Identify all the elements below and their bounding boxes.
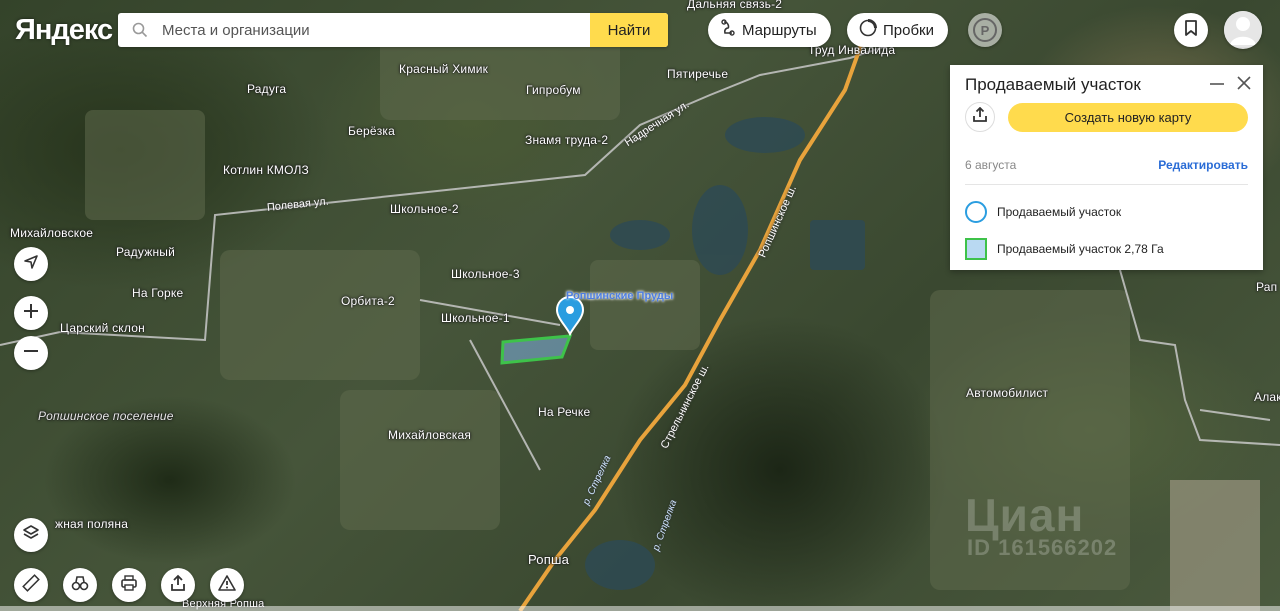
watermark: Циан xyxy=(965,489,1085,541)
routes-button[interactable]: Маршруты xyxy=(708,13,831,47)
place-label: Школьное-3 xyxy=(451,267,520,281)
land-parcel-polygon[interactable] xyxy=(500,334,573,365)
close-button[interactable] xyxy=(1234,75,1254,95)
place-label: Царский склон xyxy=(60,321,145,335)
zoom-in-button[interactable] xyxy=(14,296,48,330)
ruler-icon xyxy=(22,573,40,597)
poi-label[interactable]: Ропшинские Пруды xyxy=(566,290,673,302)
share-icon xyxy=(973,106,987,128)
share-icon xyxy=(170,574,186,597)
place-label: Михайловская xyxy=(388,428,472,442)
avatar-icon xyxy=(1224,11,1262,49)
traffic-label: Пробки xyxy=(883,21,934,39)
zoom-out-button[interactable] xyxy=(14,336,48,370)
panel-title: Продаваемый участок xyxy=(965,75,1141,94)
field xyxy=(1170,480,1260,611)
place-label: На Горке xyxy=(132,286,184,300)
parking-button[interactable]: P xyxy=(968,13,1002,47)
panorama-icon xyxy=(71,574,89,597)
watermark-id: ID 161566202 xyxy=(967,535,1118,560)
place-label: Радужный xyxy=(116,245,175,259)
minimize-icon xyxy=(1209,75,1225,96)
place-label: Радуга xyxy=(247,82,287,96)
user-avatar[interactable] xyxy=(1224,11,1262,49)
close-icon xyxy=(1237,75,1251,95)
place-label: Орбита-2 xyxy=(341,294,395,308)
copyright-strip xyxy=(0,606,1280,611)
warning-icon xyxy=(218,574,236,597)
find-button[interactable]: Найти xyxy=(590,13,668,47)
share-button[interactable] xyxy=(161,568,195,602)
place-label: Школьное-1 xyxy=(441,311,510,325)
bookmarks-button[interactable] xyxy=(1174,13,1208,47)
ponds xyxy=(585,117,865,590)
place-label: Красный Химик xyxy=(399,62,489,76)
minimize-button[interactable] xyxy=(1207,75,1227,95)
edit-link[interactable]: Редактировать xyxy=(1158,158,1248,172)
print-button[interactable] xyxy=(112,568,146,602)
panorama-button[interactable] xyxy=(63,568,97,602)
place-label: жная поляна xyxy=(55,517,129,531)
search-bar: Найти xyxy=(118,13,668,47)
navigate-icon xyxy=(23,254,39,275)
place-label: Дальняя связь-2 xyxy=(687,0,783,11)
routes-icon xyxy=(720,19,736,41)
bookmark-icon xyxy=(1184,19,1198,42)
place-label: На Речке xyxy=(538,405,591,419)
panel-share-button[interactable] xyxy=(965,102,995,132)
traffic-icon xyxy=(859,19,877,41)
settlement-label: Ропшинское поселение xyxy=(38,409,174,423)
place-label: Гипробум xyxy=(526,83,581,97)
report-button[interactable] xyxy=(210,568,244,602)
panel-date: 6 августа xyxy=(965,158,1017,172)
legend-label: Продаваемый участок xyxy=(997,205,1122,219)
zoom-out-icon xyxy=(23,343,39,364)
place-label: Знамя труда-2 xyxy=(525,133,609,147)
place-label: Михайловское xyxy=(10,226,94,240)
search-input[interactable] xyxy=(162,13,590,47)
ruler-button[interactable] xyxy=(14,568,48,602)
polygon-icon xyxy=(965,238,987,260)
parking-icon: P xyxy=(973,18,997,42)
divider xyxy=(965,184,1248,185)
map-info-panel: Продаваемый участок Создать новую карту … xyxy=(950,65,1263,270)
point-marker-icon xyxy=(965,201,987,223)
legend-item-polygon[interactable]: Продаваемый участок 2,78 Га xyxy=(965,238,1164,260)
place-label: Автомобилист xyxy=(966,386,1049,400)
layers-icon xyxy=(22,524,40,547)
location-marker[interactable] xyxy=(555,295,585,337)
yandex-logo[interactable]: Яндекс xyxy=(15,14,113,47)
place-label: Школьное-2 xyxy=(390,202,459,216)
place-label: Рап xyxy=(1256,280,1278,294)
create-map-button[interactable]: Создать новую карту xyxy=(1008,103,1248,132)
legend-label: Продаваемый участок 2,78 Га xyxy=(997,242,1164,256)
place-label: Берёзка xyxy=(348,124,395,138)
place-label: Алак xyxy=(1254,390,1280,404)
routes-label: Маршруты xyxy=(742,21,817,39)
place-label: Пятиречье xyxy=(667,67,729,81)
traffic-button[interactable]: Пробки xyxy=(847,13,948,47)
zoom-in-icon xyxy=(23,303,39,324)
print-icon xyxy=(120,574,138,597)
place-label: Ропша xyxy=(528,552,570,567)
search-icon xyxy=(118,13,162,47)
legend-item-point[interactable]: Продаваемый участок xyxy=(965,201,1121,223)
place-label: Котлин КМОЛЗ xyxy=(223,163,310,177)
layers-button[interactable] xyxy=(14,518,48,552)
navigate-button[interactable] xyxy=(14,247,48,281)
